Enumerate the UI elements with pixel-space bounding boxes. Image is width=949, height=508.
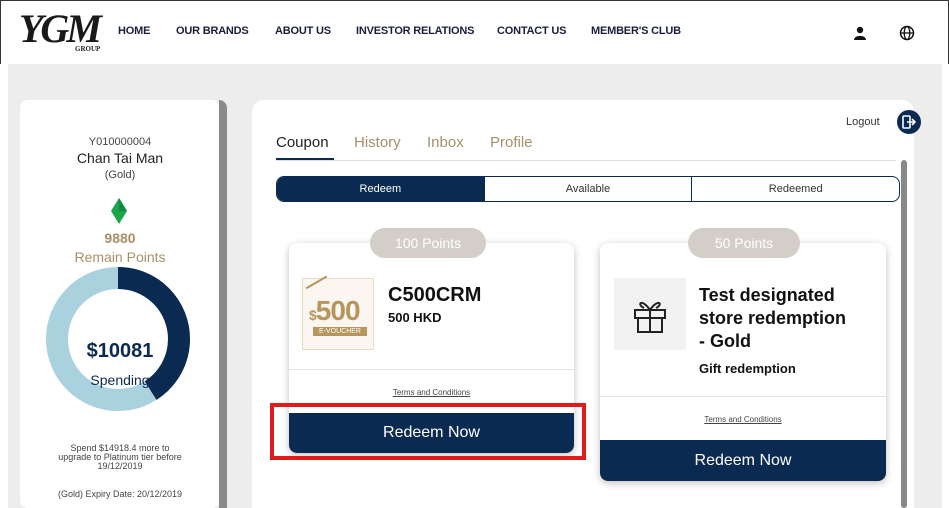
user-icon[interactable] — [853, 26, 867, 40]
points-value: 9880 — [104, 230, 136, 246]
coupon-subtitle: Gift redemption — [699, 361, 796, 376]
coupon-subtitle: 500 HKD — [388, 310, 442, 325]
tier-expiry: (Gold) Expiry Date: 20/12/2019 — [57, 489, 183, 499]
tab-profile[interactable]: Profile — [490, 134, 533, 151]
segment-redeem[interactable]: Redeem — [277, 177, 484, 201]
spending-value: $10081 — [86, 340, 154, 362]
coupon-divider — [600, 396, 886, 397]
nav-investor-relations[interactable]: INVESTOR RELATIONS — [356, 25, 474, 37]
highlight-box — [270, 403, 586, 460]
tab-coupon[interactable]: Coupon — [276, 134, 329, 151]
voucher-image: $500 E-VOUCHER — [302, 275, 374, 350]
coupon-points-badge: 100 Points — [370, 228, 486, 258]
upgrade-message: Spend $14918.4 more to upgrade to Platin… — [58, 443, 182, 471]
nav-contact-us[interactable]: CONTACT US — [497, 25, 566, 37]
terms-link[interactable]: Terms and Conditions — [289, 388, 574, 397]
tab-inbox[interactable]: Inbox — [427, 134, 464, 151]
spending-donut — [46, 267, 190, 411]
globe-icon[interactable] — [899, 25, 915, 41]
gift-icon — [634, 302, 666, 333]
nav-members-club[interactable]: MEMBER'S CLUB — [591, 25, 681, 37]
gift-image — [614, 278, 686, 350]
member-id: Y010000004 — [88, 136, 152, 148]
nav-about-us[interactable]: ABOUT US — [275, 25, 331, 37]
member-card-scrollbar[interactable] — [219, 100, 227, 508]
tab-divider — [276, 160, 896, 161]
coupon-title: Test designated store redemption - Gold — [699, 285, 847, 351]
spending-label: Spending — [90, 372, 150, 388]
member-name: Chan Tai Man — [76, 150, 164, 166]
redeem-now-button[interactable]: Redeem Now — [600, 440, 886, 481]
points-label: Remain Points — [74, 249, 166, 265]
tab-history[interactable]: History — [354, 134, 401, 151]
ygm-logo[interactable]: YGM GROUP — [19, 9, 102, 54]
coupon-filter-segmented: Redeem Available Redeemed — [276, 176, 900, 202]
gem-icon — [111, 198, 127, 224]
coupon-points-badge: 50 Points — [688, 228, 800, 258]
nav-our-brands[interactable]: OUR BRANDS — [176, 25, 249, 37]
logout-icon[interactable] — [897, 110, 921, 134]
logout-link[interactable]: Logout — [846, 116, 880, 128]
coupon-panel-scrollbar[interactable] — [901, 160, 907, 508]
top-navigation: YGM GROUP HOME OUR BRANDS ABOUT US INVES… — [0, 0, 949, 64]
segment-redeemed[interactable]: Redeemed — [692, 177, 899, 201]
coupon-title: C500CRM — [388, 284, 482, 306]
nav-home[interactable]: HOME — [118, 25, 150, 37]
terms-link[interactable]: Terms and Conditions — [600, 415, 886, 424]
active-tab-underline — [276, 158, 334, 160]
coupon-divider — [289, 369, 574, 370]
segment-available[interactable]: Available — [483, 177, 693, 201]
member-tier: (Gold) — [104, 169, 136, 181]
